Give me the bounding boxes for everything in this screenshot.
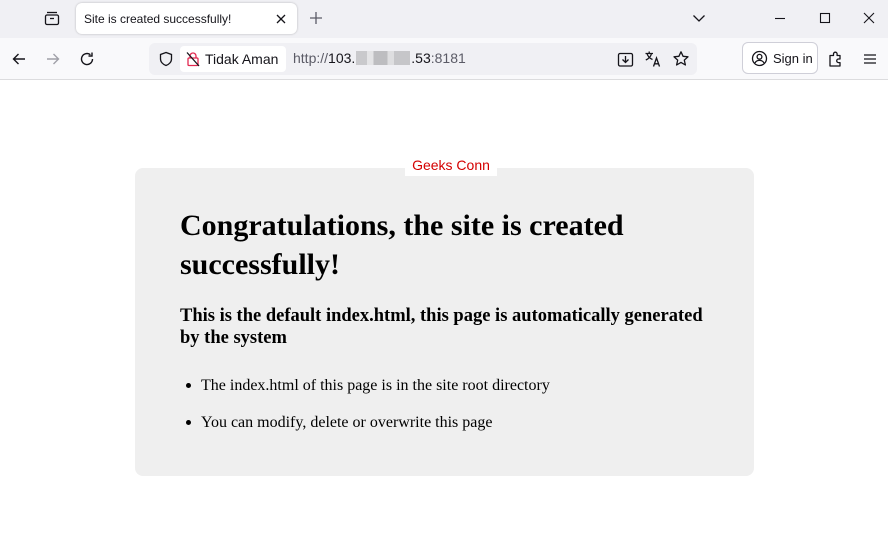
tab-list-button[interactable] — [38, 5, 66, 31]
list-item: You can modify, delete or overwrite this… — [180, 413, 550, 450]
maximize-icon — [819, 12, 831, 24]
page-subheading: This is the default index.html, this pag… — [180, 306, 703, 348]
maximize-button[interactable] — [803, 0, 847, 36]
site-security-indicator[interactable]: Tidak Aman — [180, 46, 286, 72]
download-icon — [617, 51, 634, 68]
shield-icon — [158, 51, 174, 67]
url-host-start: 103. — [328, 50, 356, 66]
chevron-down-icon — [692, 13, 706, 23]
list-item: The index.html of this page is in the si… — [180, 376, 550, 413]
sign-in-button[interactable]: Sign in — [742, 42, 818, 74]
forward-arrow-icon — [45, 51, 61, 67]
address-bar[interactable]: Tidak Aman http:// 103. .53 :8181 — [149, 43, 697, 75]
translate-button[interactable] — [642, 48, 664, 70]
sign-in-label: Sign in — [773, 50, 813, 66]
list-item-text: You can modify, delete or overwrite this… — [201, 414, 493, 431]
minimize-button[interactable] — [758, 0, 802, 36]
url-scheme: http:// — [293, 50, 329, 66]
account-icon — [751, 50, 768, 67]
tracking-protection-button[interactable] — [155, 48, 177, 70]
tab-close-button[interactable] — [269, 7, 293, 31]
browser-tab-active[interactable]: Site is created successfully! — [76, 3, 297, 34]
star-icon — [672, 50, 690, 68]
url-host-end: .53 — [411, 50, 431, 66]
page-heading: Congratulations, the site is created suc… — [180, 209, 624, 281]
list-all-tabs-button[interactable] — [677, 0, 721, 36]
plus-icon — [309, 11, 323, 25]
security-label: Tidak Aman — [205, 51, 279, 67]
navigation-toolbar: Tidak Aman http:// 103. .53 :8181 Sign i… — [0, 38, 888, 80]
content-card: Congratulations, the site is created suc… — [135, 168, 754, 476]
menu-icon — [863, 52, 877, 66]
back-button[interactable] — [5, 45, 33, 73]
insecure-lock-icon — [186, 51, 200, 67]
info-list: The index.html of this page is in the si… — [180, 376, 550, 450]
forward-button[interactable] — [39, 45, 67, 73]
list-item-text: The index.html of this page is in the si… — [201, 377, 550, 394]
reload-button[interactable] — [73, 45, 101, 73]
save-page-button[interactable] — [614, 48, 636, 70]
extensions-icon — [827, 50, 845, 68]
url-redaction — [356, 51, 411, 65]
app-menu-button[interactable] — [856, 45, 884, 73]
tab-title: Site is created successfully! — [84, 11, 232, 26]
window-close-icon — [863, 12, 875, 24]
bookmark-button[interactable] — [670, 48, 692, 70]
close-icon — [275, 13, 287, 25]
back-arrow-icon — [11, 51, 27, 67]
new-tab-button[interactable] — [303, 5, 329, 31]
tab-list-icon — [44, 10, 60, 26]
tab-strip: Site is created successfully! — [0, 0, 888, 38]
url-port: :8181 — [430, 50, 466, 66]
translate-icon — [644, 50, 662, 68]
minimize-icon — [774, 12, 786, 24]
bullet-icon — [186, 383, 191, 388]
watermark-label: Geeks Conn — [405, 154, 497, 176]
url-text: http:// 103. .53 :8181 — [293, 50, 466, 66]
extensions-button[interactable] — [822, 45, 850, 73]
reload-icon — [79, 51, 95, 67]
bullet-icon — [186, 420, 191, 425]
window-close-button[interactable] — [847, 0, 888, 36]
